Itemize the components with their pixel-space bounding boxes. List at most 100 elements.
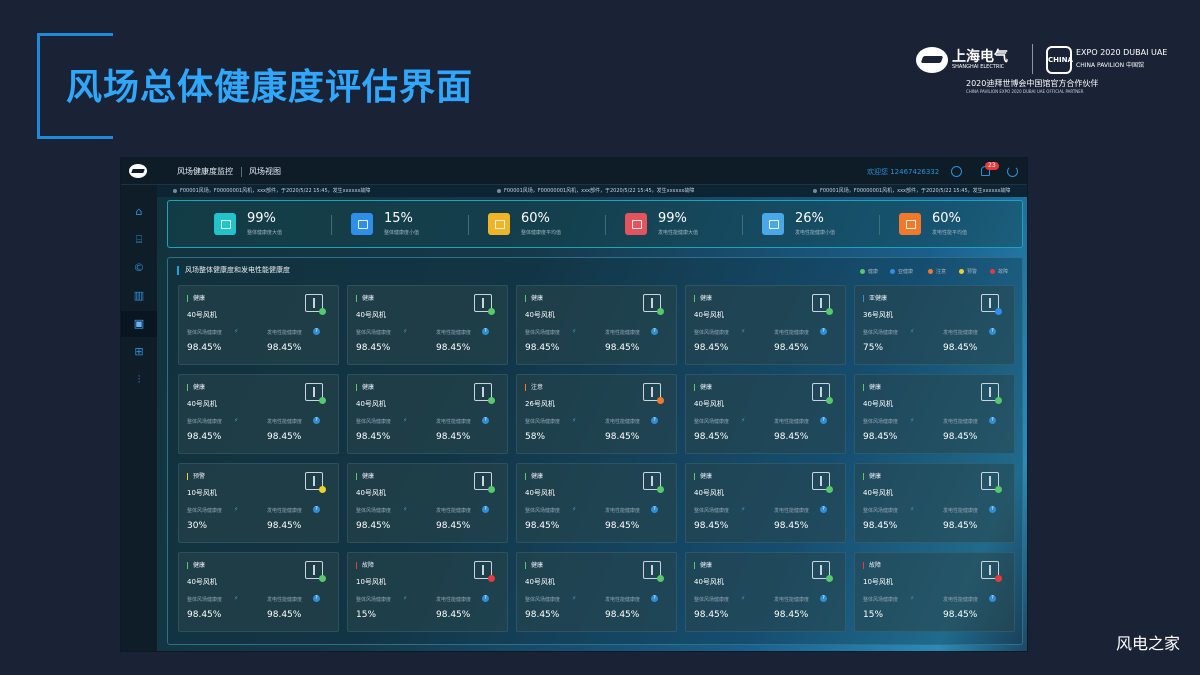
wind-turbine-icon [643,383,664,404]
turbine-name: 10号风机 [187,489,217,497]
help-icon[interactable]: ? [482,506,489,513]
help-icon[interactable]: ? [482,328,489,335]
lightning-icon: ⚡ [403,506,408,513]
wind-turbine-icon [643,294,664,315]
help-icon[interactable]: ? [989,417,996,424]
turbine-card[interactable]: 健康 40号风机 整体风场健康度 ⚡ 发电性能健康度? 98.45% 98.45% [516,463,677,543]
cart-icon[interactable]: ⊞ [121,339,157,365]
turbine-card[interactable]: 故障 10号风机 整体风场健康度 ⚡ 发电性能健康度? 15% 98.45% [854,552,1015,632]
turbine-status: 健康 [187,295,205,302]
lightning-icon: ⚡ [403,328,408,335]
ticker-message[interactable]: F00001风场，F00000001风机，xxx部件，于2020/5/22 15… [497,187,694,194]
turbine-card[interactable]: 健康 40号风机 整体风场健康度 ⚡ 发电性能健康度? 98.45% 98.45% [685,285,846,365]
turbine-card[interactable]: 健康 40号风机 整体风场健康度 ⚡ 发电性能健康度? 98.45% 98.45% [516,552,677,632]
settings-icon[interactable] [951,166,962,177]
help-icon[interactable]: ? [651,595,658,602]
turbine-card[interactable]: 健康 40号风机 整体风场健康度 ⚡ 发电性能健康度? 98.45% 98.45% [854,463,1015,543]
overall-health-label: 整体风场健康度 [187,419,223,425]
app-logo-icon[interactable] [129,164,147,178]
turbine-name: 40号风机 [525,489,555,497]
help-icon[interactable]: ? [313,595,320,602]
kpi-icon [625,213,647,235]
bar-chart-icon[interactable]: ▥ [121,283,157,309]
power-health-value: 98.45% [774,610,809,620]
turbine-card[interactable]: 健康 40号风机 整体风场健康度 ⚡ 发电性能健康度? 98.45% 98.45% [685,463,846,543]
help-icon[interactable]: ? [482,417,489,424]
help-icon[interactable]: ? [820,328,827,335]
help-icon[interactable]: ? [651,506,658,513]
turbine-name: 40号风机 [356,400,386,408]
power-icon[interactable] [1007,166,1018,177]
ticker-message[interactable]: F00001风场，F00000001风机，xxx部件，于2020/5/22 15… [173,187,370,194]
legend-label: 预警 [967,269,978,275]
app-screenshot: 风场健康度监控 风场视图 欢迎您 12467426332 23 ⌂ ⌸ © ▥ … [120,157,1028,652]
status-dot-icon [826,397,833,404]
help-icon[interactable]: ? [651,328,658,335]
help-icon[interactable]: ? [820,506,827,513]
help-icon[interactable]: ? [989,506,996,513]
status-dot-icon [995,397,1002,404]
turbine-card[interactable]: 健康 40号风机 整体风场健康度 ⚡ 发电性能健康度? 98.45% 98.45% [347,374,508,454]
turbine-card[interactable]: 健康 40号风机 整体风场健康度 ⚡ 发电性能健康度? 98.45% 98.45% [347,463,508,543]
copyright-icon[interactable]: © [121,255,157,281]
kpi-value: 60% [521,211,550,226]
kpi-bar: 99% 整体健康度大值 15% 整体健康度小值 60% 整体健康度平均值 99% 发电性能健康… [167,200,1023,248]
kpi-value: 99% [658,211,687,226]
power-health-label: 发电性能健康度 [774,597,810,603]
turbine-card[interactable]: 健康 40号风机 整体风场健康度 ⚡ 发电性能健康度? 98.45% 98.45% [854,374,1015,454]
power-health-value: 98.45% [943,521,978,531]
shanghai-electric-name: 上海电气 [952,49,1008,65]
power-health-label: 发电性能健康度 [943,419,979,425]
turbine-name: 40号风机 [187,400,217,408]
overall-health-value: 98.45% [525,343,560,353]
turbine-card[interactable]: 预警 10号风机 整体风场健康度 ⚡ 发电性能健康度? 30% 98.45% [178,463,339,543]
help-icon[interactable]: ? [989,595,996,602]
home-icon[interactable]: ⌂ [121,199,157,225]
help-icon[interactable]: ? [651,417,658,424]
overall-health-value: 98.45% [187,610,222,620]
overall-health-label: 整体风场健康度 [863,330,899,336]
overall-health-label: 整体风场健康度 [863,508,899,514]
power-health-label: 发电性能健康度 [436,597,472,603]
help-icon[interactable]: ? [820,417,827,424]
monitor-icon[interactable]: ▣ [121,311,157,337]
help-icon[interactable]: ? [313,328,320,335]
nav-farm-view[interactable]: 风场视图 [249,166,281,177]
power-health-label: 发电性能健康度 [605,508,641,514]
turbine-card[interactable]: 健康 40号风机 整体风场健康度 ⚡ 发电性能健康度? 98.45% 98.45% [685,552,846,632]
nav-health-monitor[interactable]: 风场健康度监控 [177,166,233,177]
wind-turbine-icon [981,383,1002,404]
help-icon[interactable]: ? [313,417,320,424]
overall-health-label: 整体风场健康度 [187,330,223,336]
kpi-item: 60% 整体健康度平均值 [488,211,618,239]
legend-label: 健康 [868,269,879,275]
kpi-value: 15% [384,211,413,226]
turbine-name: 36号风机 [863,311,893,319]
turbine-card[interactable]: 健康 40号风机 整体风场健康度 ⚡ 发电性能健康度? 98.45% 98.45% [178,552,339,632]
turbine-name: 40号风机 [694,400,724,408]
ticker-message[interactable]: F00001风场，F00000001风机，xxx部件，于2020/5/22 15… [813,187,1010,194]
top-bar: 风场健康度监控 风场视图 欢迎您 12467426332 23 [121,158,1027,185]
kpi-item: 15% 整体健康度小值 [351,211,481,239]
turbine-card[interactable]: 健康 40号风机 整体风场健康度 ⚡ 发电性能健康度? 98.45% 98.45% [178,285,339,365]
turbine-card[interactable]: 注意 26号风机 整体风场健康度 ⚡ 发电性能健康度? 58% 98.45% [516,374,677,454]
turbine-card[interactable]: 健康 40号风机 整体风场健康度 ⚡ 发电性能健康度? 98.45% 98.45% [685,374,846,454]
turbine-card[interactable]: 故障 10号风机 整体风场健康度 ⚡ 发电性能健康度? 15% 98.45% [347,552,508,632]
turbine-card[interactable]: 健康 40号风机 整体风场健康度 ⚡ 发电性能健康度? 98.45% 98.45% [347,285,508,365]
help-icon[interactable]: ? [989,328,996,335]
turbine-card[interactable]: 亚健康 36号风机 整体风场健康度 ⚡ 发电性能健康度? 75% 98.45% [854,285,1015,365]
lightning-icon: ⚡ [741,595,746,602]
turbine-status: 健康 [863,473,881,480]
lightning-icon: ⚡ [234,328,239,335]
user-greeting[interactable]: 欢迎您 12467426332 [867,167,939,177]
overall-health-value: 98.45% [694,432,729,442]
turbine-card[interactable]: 健康 40号风机 整体风场健康度 ⚡ 发电性能健康度? 98.45% 98.45% [516,285,677,365]
help-icon[interactable]: ? [313,506,320,513]
turbine-card[interactable]: 健康 40号风机 整体风场健康度 ⚡ 发电性能健康度? 98.45% 98.45% [178,374,339,454]
help-icon[interactable]: ? [482,595,489,602]
sliders-icon[interactable]: ⫶ [121,367,157,393]
help-icon[interactable]: ? [820,595,827,602]
power-health-value: 98.45% [943,343,978,353]
bank-icon[interactable]: ⌸ [121,227,157,253]
notification-badge: 23 [985,162,999,170]
